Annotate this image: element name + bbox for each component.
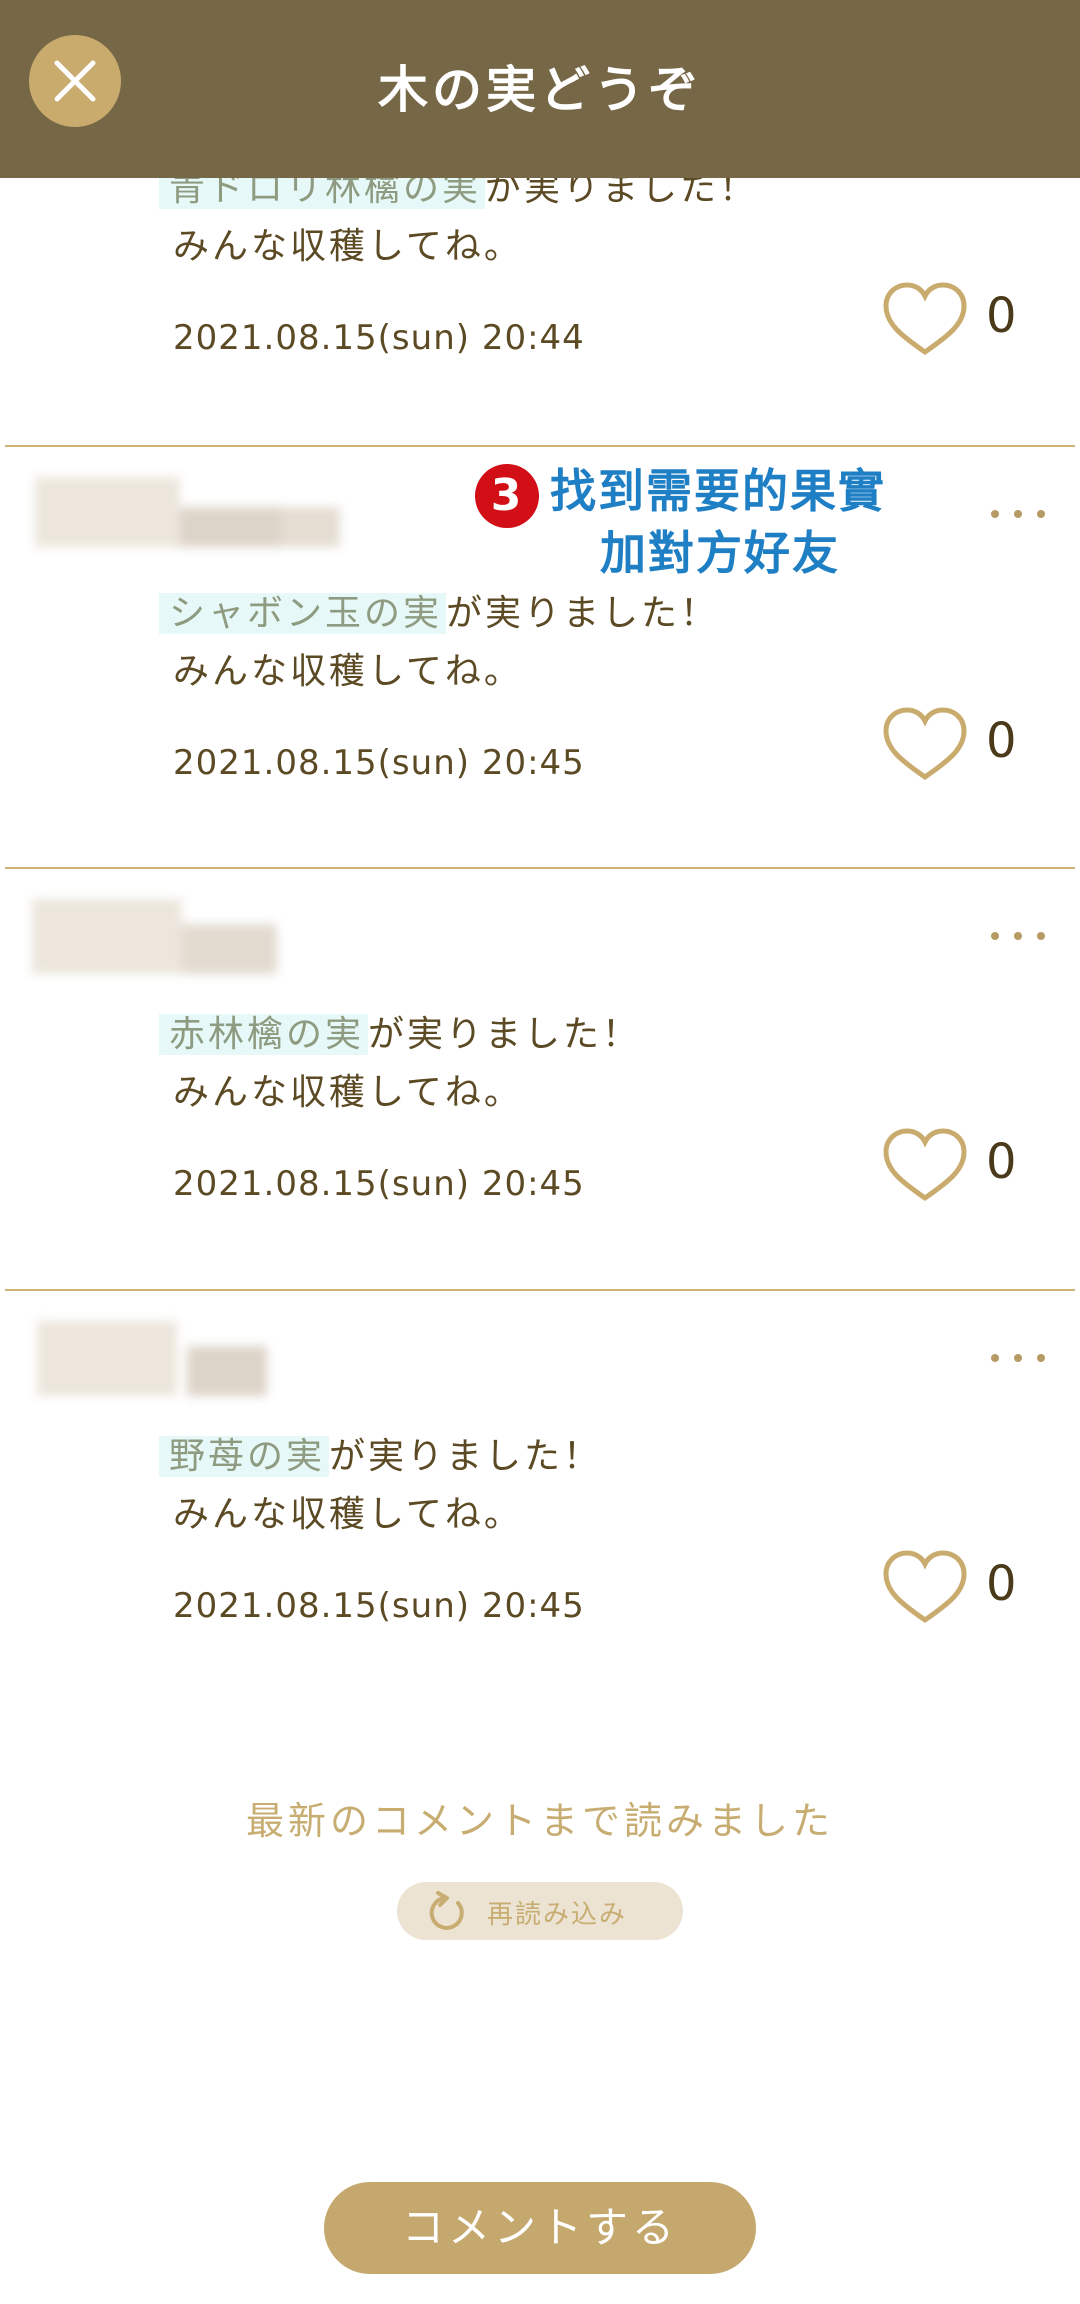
user-avatar-blurred[interactable] [20,467,340,557]
fruit-name: 野苺の実 [159,1436,330,1477]
more-options-icon[interactable] [991,507,1045,521]
annotation-line-1: 找到需要的果實 [550,464,886,518]
heart-icon [883,1550,967,1624]
like-button[interactable]: 0 [880,705,1030,785]
heart-icon [883,282,967,356]
comment-message: シャボン玉の実 が実りました！ みんな収穫してね。 [159,585,719,701]
like-count: 0 [986,1556,1017,1612]
annotation-line-2: 加對方好友 [600,526,840,580]
end-of-comments-text: 最新のコメントまで読みました [245,1799,834,1843]
comment-post: シャボン玉の実 が実りました！ みんな収穫してね。 2021.08.15(sun)… [0,447,1080,867]
comment-date: 2021.08.15(sun) 20:45 [173,1164,585,1204]
comment-date: 2021.08.15(sun) 20:45 [173,743,585,783]
like-count: 0 [986,288,1017,344]
comment-date: 2021.08.15(sun) 20:45 [173,1586,585,1626]
comment-post: 赤林檎の実 が実りました！ みんな収穫してね。 2021.08.15(sun) 2… [0,869,1080,1289]
comment-message: 赤林檎の実 が実りました！ みんな収穫してね。 [159,1006,641,1122]
comment-feed[interactable]: 青ドロリ林檎の実 が実りました！ みんな収穫してね。 2021.08.15(sun… [0,0,1080,2304]
like-count: 0 [986,1134,1017,1190]
comment-post: 野苺の実 が実りました！ みんな収穫してね。 2021.08.15(sun) 20… [0,1291,1080,1711]
user-avatar-blurred[interactable] [22,1311,272,1401]
reload-button[interactable]: 再読み込み [397,1882,683,1940]
refresh-icon [429,1891,464,1930]
like-button[interactable]: 0 [880,1126,1030,1206]
user-avatar-blurred[interactable] [22,889,277,979]
write-comment-button[interactable]: コメントする [324,2182,756,2274]
fruit-name: シャボン玉の実 [159,593,447,634]
like-button[interactable]: 0 [880,280,1030,360]
heart-icon [883,1128,967,1202]
comment-date: 2021.08.15(sun) 20:44 [173,318,585,358]
comment-message: 野苺の実 が実りました！ みんな収穫してね。 [159,1428,602,1544]
app-header: 木の実どうぞ [0,0,1080,178]
like-count: 0 [986,713,1017,769]
heart-icon [883,707,967,781]
more-options-icon[interactable] [991,1351,1045,1365]
reload-label: 再読み込み [487,1900,628,1930]
like-button[interactable]: 0 [880,1548,1030,1628]
page-title: 木の実どうぞ [378,61,702,119]
more-options-icon[interactable] [991,929,1045,943]
fruit-name: 赤林檎の実 [159,1014,369,1055]
step-number-badge: 3 [475,464,539,528]
